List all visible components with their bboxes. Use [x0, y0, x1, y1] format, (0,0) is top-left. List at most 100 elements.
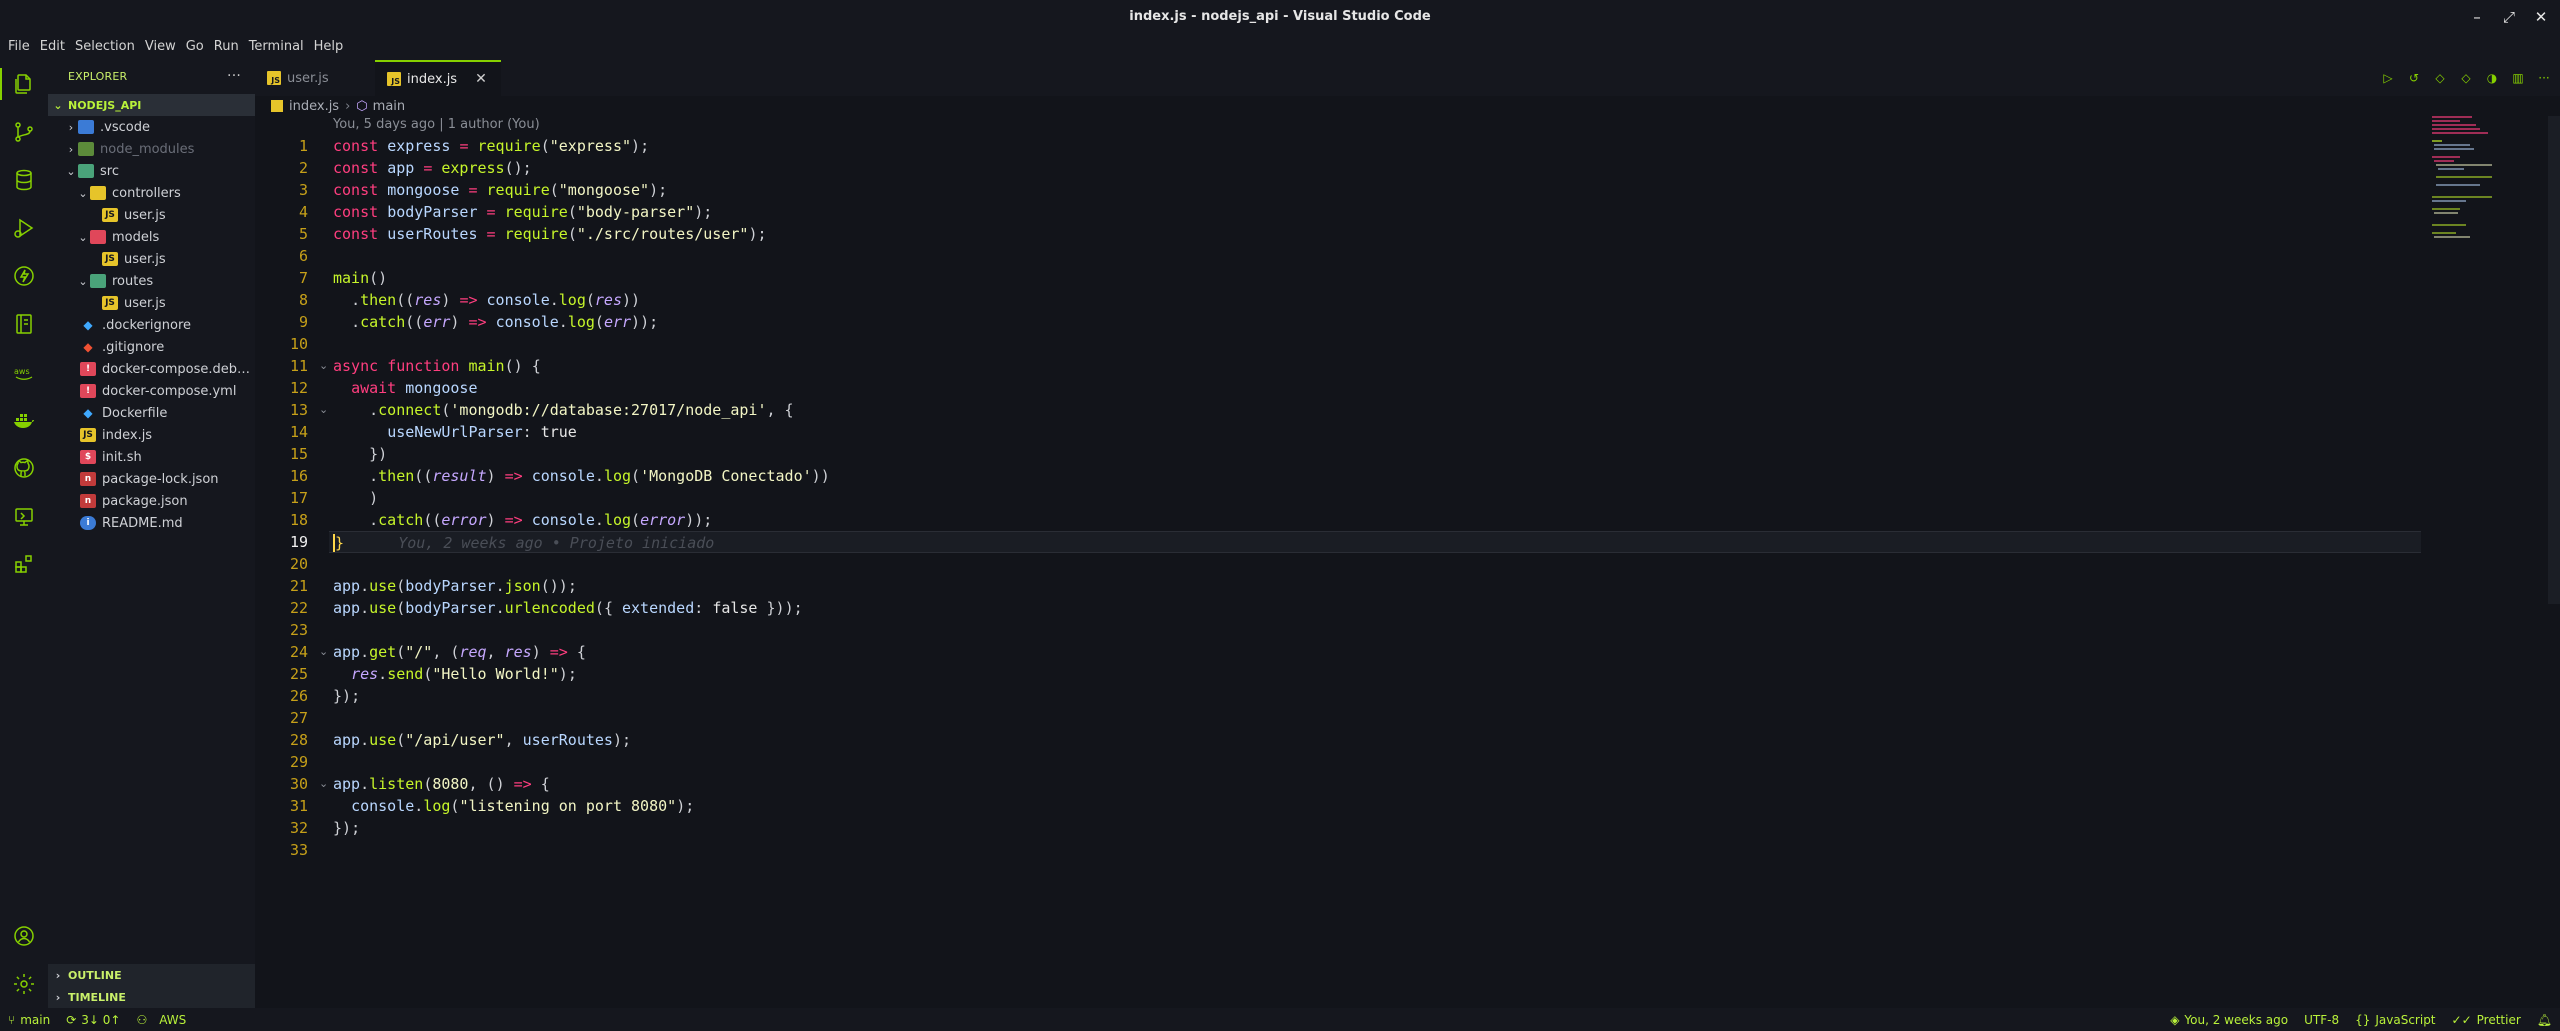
go-back-icon[interactable]: ↺	[2406, 70, 2422, 86]
tree-item-dockerfile[interactable]: ◆ Dockerfile	[48, 402, 255, 424]
fold-chevron-icon[interactable]: ⌄	[319, 777, 328, 790]
settings-gear-icon[interactable]	[8, 968, 40, 1000]
code-line-current[interactable]: } You, 2 weeks ago • Projeto iniciado	[329, 531, 2421, 553]
menu-file[interactable]: File	[4, 34, 36, 60]
tree-item-node-modules[interactable]: › node_modules	[48, 138, 255, 160]
close-window-button[interactable]: ✕	[2528, 6, 2554, 28]
code-line[interactable]	[333, 619, 2433, 641]
tree-item-dockerignore[interactable]: ◆ .dockerignore	[48, 314, 255, 336]
menu-go[interactable]: Go	[182, 34, 210, 60]
code-line[interactable]: app.use(bodyParser.urlencoded({ extended…	[333, 597, 2433, 619]
next-change-icon[interactable]: ◇	[2458, 70, 2474, 86]
code-line[interactable]	[333, 333, 2433, 355]
code-line[interactable]: });	[333, 817, 2433, 839]
code-line[interactable]: const express = require("express");	[333, 135, 2433, 157]
menu-run[interactable]: Run	[210, 34, 245, 60]
tree-item-readme[interactable]: i README.md	[48, 512, 255, 534]
code-line[interactable]: app.use(bodyParser.json());	[333, 575, 2433, 597]
tree-item-docker-compose-debug[interactable]: ! docker-compose.debug.yml	[48, 358, 255, 380]
code-line[interactable]: console.log("listening on port 8080");	[333, 795, 2433, 817]
code-line[interactable]	[333, 245, 2433, 267]
prettier-indicator[interactable]: ✓✓ Prettier	[2444, 1013, 2529, 1027]
aws-icon[interactable]: aws	[8, 356, 40, 388]
menu-selection[interactable]: Selection	[71, 34, 141, 60]
tab-index-js[interactable]: JS index.js ✕	[375, 60, 501, 96]
fold-chevron-icon[interactable]: ⌄	[319, 645, 328, 658]
docker-icon[interactable]	[8, 404, 40, 436]
tree-item-controllers-user-js[interactable]: JS user.js	[48, 204, 255, 226]
code-line[interactable]: const userRoutes = require("./src/routes…	[333, 223, 2433, 245]
branch-indicator[interactable]: ⑂ main	[0, 1013, 58, 1027]
tree-item-vscode[interactable]: › .vscode	[48, 116, 255, 138]
previous-change-icon[interactable]: ◇	[2432, 70, 2448, 86]
code-line[interactable]: async function main() {	[333, 355, 2433, 377]
code-line[interactable]	[333, 707, 2433, 729]
database-icon[interactable]	[8, 164, 40, 196]
breadcrumb-file[interactable]: index.js	[289, 99, 339, 114]
code-line[interactable]: app.get("/", (req, res) => {	[333, 641, 2433, 663]
git-blame-indicator[interactable]: ◈ You, 2 weeks ago	[2162, 1013, 2296, 1027]
code-line[interactable]: })	[333, 443, 2433, 465]
menu-edit[interactable]: Edit	[36, 34, 71, 60]
code-line[interactable]: app.listen(8080, () => {	[333, 773, 2433, 795]
aws-indicator[interactable]: ⚇ AWS	[128, 1013, 194, 1027]
code-line[interactable]: app.use("/api/user", userRoutes);	[333, 729, 2433, 751]
remote-explorer-icon[interactable]	[8, 500, 40, 532]
code-line[interactable]: .connect('mongodb://database:27017/node_…	[333, 399, 2433, 421]
more-actions-icon[interactable]: ···	[2536, 70, 2552, 86]
code-line[interactable]: });	[333, 685, 2433, 707]
code-line[interactable]	[333, 553, 2433, 575]
tree-item-docker-compose[interactable]: ! docker-compose.yml	[48, 380, 255, 402]
notebook-icon[interactable]	[8, 308, 40, 340]
outline-panel[interactable]: › OUTLINE	[48, 964, 255, 986]
code-line[interactable]: .catch((error) => console.log(error));	[333, 509, 2433, 531]
code-line[interactable]: useNewUrlParser: true	[333, 421, 2433, 443]
close-tab-icon[interactable]: ✕	[475, 71, 487, 87]
notifications-bell-icon[interactable]: 🔔︎	[2529, 1013, 2560, 1027]
lightning-icon[interactable]	[8, 260, 40, 292]
run-debug-icon[interactable]	[8, 212, 40, 244]
menu-terminal[interactable]: Terminal	[245, 34, 310, 60]
tree-item-package-lock-json[interactable]: n package-lock.json	[48, 468, 255, 490]
explorer-icon[interactable]	[0, 68, 40, 100]
menu-help[interactable]: Help	[310, 34, 350, 60]
timeline-panel[interactable]: › TIMELINE	[48, 986, 255, 1008]
timeline-icon[interactable]: ◑	[2484, 70, 2500, 86]
code-line[interactable]: const mongoose = require("mongoose");	[333, 179, 2433, 201]
tree-item-models-user-js[interactable]: JS user.js	[48, 248, 255, 270]
code-line[interactable]: .then((res) => console.log(res))	[333, 289, 2433, 311]
github-icon[interactable]	[8, 452, 40, 484]
code-line[interactable]	[333, 839, 2433, 861]
code-line[interactable]: const bodyParser = require("body-parser"…	[333, 201, 2433, 223]
split-editor-icon[interactable]: ▥	[2510, 70, 2526, 86]
tree-item-routes-user-js[interactable]: JS user.js	[48, 292, 255, 314]
extensions-icon[interactable]	[8, 548, 40, 580]
tree-item-routes[interactable]: ⌄ routes	[48, 270, 255, 292]
tab-user-js[interactable]: JS user.js	[255, 60, 373, 96]
vertical-scrollbar[interactable]	[2548, 116, 2560, 604]
code-line[interactable]: )	[333, 487, 2433, 509]
code-line[interactable]: .then((result) => console.log('MongoDB C…	[333, 465, 2433, 487]
restore-button[interactable]: ⤢	[2496, 6, 2522, 28]
workspace-root[interactable]: ⌄ NODEJS_API	[48, 94, 255, 116]
language-indicator[interactable]: {} JavaScript	[2347, 1013, 2443, 1027]
code-line[interactable]: await mongoose	[333, 377, 2433, 399]
tree-item-gitignore[interactable]: ◆ .gitignore	[48, 336, 255, 358]
code-line[interactable]: .catch((err) => console.log(err));	[333, 311, 2433, 333]
codelens-blame[interactable]: You, 5 days ago | 1 author (You)	[333, 117, 540, 132]
fold-chevron-icon[interactable]: ⌄	[319, 403, 328, 416]
tree-item-controllers[interactable]: ⌄ controllers	[48, 182, 255, 204]
minimap[interactable]	[2432, 116, 2550, 1008]
code-editor[interactable]: const express = require("express"); cons…	[329, 135, 2433, 861]
code-line[interactable]: const app = express();	[333, 157, 2433, 179]
tree-item-init-sh[interactable]: $ init.sh	[48, 446, 255, 468]
tree-item-src[interactable]: ⌄ src	[48, 160, 255, 182]
code-line[interactable]: res.send("Hello World!");	[333, 663, 2433, 685]
run-icon[interactable]: ▷	[2380, 70, 2396, 86]
fold-chevron-icon[interactable]: ⌄	[319, 359, 328, 372]
source-control-icon[interactable]	[8, 116, 40, 148]
tree-item-models[interactable]: ⌄ models	[48, 226, 255, 248]
account-icon[interactable]	[8, 920, 40, 952]
tree-item-package-json[interactable]: n package.json	[48, 490, 255, 512]
tree-item-index-js[interactable]: JS index.js	[48, 424, 255, 446]
